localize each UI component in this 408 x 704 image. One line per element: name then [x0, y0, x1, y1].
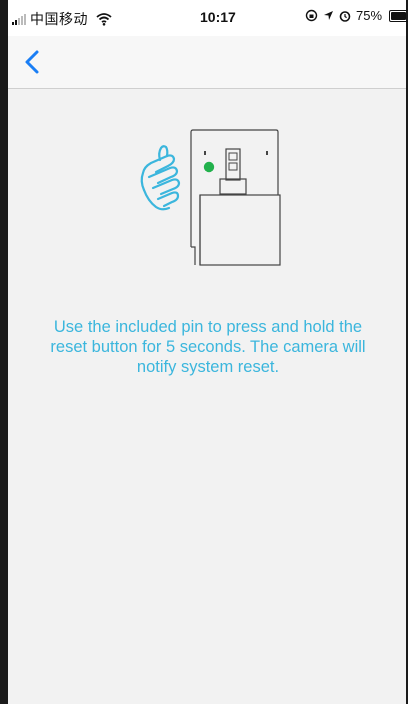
carrier-name: 中国移动: [30, 11, 88, 27]
app-screen: 中国移动 10:17 75% Use the included pin to p…: [0, 0, 408, 704]
main-content: Use the included pin to press and hold t…: [8, 89, 406, 704]
reset-slot: [225, 148, 241, 181]
status-left: 中国移动: [12, 9, 112, 29]
status-bar: 中国移动 10:17 75%: [8, 0, 408, 36]
battery-fill: [391, 11, 407, 20]
location-icon: [324, 11, 333, 20]
reset-button-illustration: [140, 129, 281, 266]
status-led-icon: [203, 161, 215, 173]
nav-bar: [8, 36, 406, 89]
signal-icon: [12, 13, 26, 25]
camera-base: [199, 194, 281, 266]
alarm-icon: [339, 10, 351, 22]
back-button[interactable]: [20, 48, 46, 76]
chevron-left-icon: [25, 50, 39, 74]
battery-icon: [389, 9, 408, 22]
wifi-icon: [96, 13, 112, 26]
status-right: 75%: [305, 8, 408, 23]
instruction-text: Use the included pin to press and hold t…: [50, 318, 366, 376]
lock-rotation-icon: [305, 9, 318, 22]
hand-icon: [140, 145, 181, 211]
battery-percent: 75%: [356, 8, 383, 23]
status-time: 10:17: [200, 9, 236, 25]
